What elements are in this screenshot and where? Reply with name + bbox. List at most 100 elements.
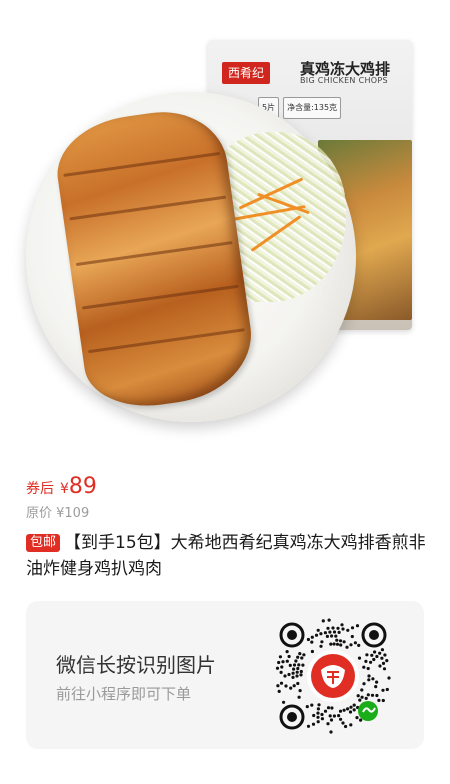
qr-dot <box>366 693 370 697</box>
qr-dot <box>387 676 391 680</box>
qr-dot <box>294 659 298 663</box>
qr-dot <box>378 664 382 668</box>
qr-dot <box>306 637 310 642</box>
qr-dot <box>360 688 364 692</box>
qr-dot <box>328 714 332 718</box>
qr-dot <box>323 709 328 713</box>
qr-dot <box>281 660 285 664</box>
qr-dot <box>364 696 368 700</box>
qr-dot <box>331 626 335 630</box>
qr-dot <box>296 666 300 671</box>
qr-dot <box>292 684 296 688</box>
cutlet-slice-line <box>69 195 227 221</box>
qr-dot <box>332 630 337 634</box>
qr-dot <box>338 709 343 713</box>
qr-dot <box>377 698 381 702</box>
qr-dot <box>380 656 384 660</box>
qr-dot <box>382 667 387 671</box>
qr-dot <box>327 618 331 622</box>
qr-dot <box>321 619 325 623</box>
qr-dot <box>378 651 382 655</box>
qr-dot <box>299 669 303 674</box>
carrot-strip <box>250 215 302 252</box>
qr-dot <box>357 643 361 647</box>
qr-dot <box>329 718 334 722</box>
mini-program-card[interactable]: 微信长按识别图片 前往小程序即可下单 <box>26 601 424 749</box>
qr-dot <box>289 686 293 690</box>
qr-dot <box>330 706 334 710</box>
qr-dot <box>298 689 302 693</box>
qr-dot <box>370 653 374 657</box>
qr-dot <box>306 724 311 728</box>
pinduoduo-logo-icon <box>307 650 359 702</box>
qr-finder-top-left <box>279 622 305 648</box>
qr-dot <box>336 626 340 630</box>
qr-dot <box>310 635 314 639</box>
qr-dot <box>302 653 306 657</box>
qr-dot <box>346 628 350 632</box>
bag-info-strip: 5片 净含量:135克 <box>258 96 404 120</box>
qr-dot <box>278 655 282 659</box>
qr-dot <box>326 626 330 630</box>
qr-dot <box>383 653 387 657</box>
qr-dot <box>297 663 301 667</box>
qr-dot <box>277 660 281 665</box>
qr-dot <box>319 644 323 648</box>
product-image[interactable]: 西肴纪 真鸡冻大鸡排 BIG CHICKEN CHOPS 5片 净含量:135克 <box>0 0 450 450</box>
qr-dot <box>358 698 362 702</box>
qr-dot <box>365 653 369 657</box>
qr-dot <box>275 666 280 670</box>
card-title: 微信长按识别图片 <box>56 653 216 677</box>
original-price: 原价 ¥109 <box>26 506 90 521</box>
qr-dot <box>342 708 346 712</box>
product-title[interactable]: 包邮 【到手15包】大希地西肴纪真鸡冻大鸡排香煎非油炸健身鸡扒鸡肉 <box>26 530 426 582</box>
price-row: 券后 ¥ 89 <box>26 474 97 499</box>
qr-dot <box>349 705 353 709</box>
qr-dot <box>360 695 364 699</box>
qr-dot <box>316 711 320 715</box>
cutlet-slice-line <box>63 151 221 177</box>
qr-dot <box>348 710 353 714</box>
qr-dot <box>285 650 289 654</box>
qr-dot <box>357 656 362 660</box>
qr-dot <box>381 698 385 703</box>
qr-dot <box>353 641 357 645</box>
free-shipping-badge: 包邮 <box>26 534 61 552</box>
qr-dot <box>316 707 320 711</box>
qr-dot <box>285 659 289 663</box>
bag-cell-weight: 净含量:135克 <box>283 97 342 119</box>
qr-dot <box>295 670 299 674</box>
qr-dot <box>346 707 350 711</box>
qr-dot <box>291 675 295 679</box>
qr-dot <box>316 720 320 724</box>
qr-dot <box>370 693 375 697</box>
card-subtitle: 前往小程序即可下单 <box>56 685 192 703</box>
qr-finder-top-right <box>361 622 387 648</box>
qr-dot <box>339 643 343 647</box>
qr-dot <box>337 630 341 634</box>
qr-dot <box>320 640 324 644</box>
qr-dot <box>300 656 304 660</box>
qr-dot <box>371 677 375 681</box>
qr-dot <box>277 689 281 693</box>
qr-dot <box>335 642 340 646</box>
qr-dot <box>339 717 343 721</box>
qr-dot <box>320 717 324 721</box>
qr-dot <box>282 700 286 704</box>
qr-dot <box>349 643 353 647</box>
qr-dot <box>292 667 296 671</box>
price-prefix: 券后 <box>26 481 54 497</box>
qr-dot <box>317 703 321 707</box>
qr-dot <box>316 628 320 632</box>
qr-dot <box>355 624 360 628</box>
qr-dot <box>345 645 349 649</box>
qr-dot <box>332 714 336 718</box>
qr-dot <box>298 652 302 656</box>
qr-dot <box>287 672 291 677</box>
mini-program-qr-code[interactable] <box>272 615 394 737</box>
qr-dot <box>279 670 283 674</box>
bag-brand-logo: 西肴纪 <box>222 62 270 84</box>
cutlet-slice-line <box>88 328 245 354</box>
qr-finder-bottom-left <box>279 704 305 730</box>
qr-dot <box>369 660 373 664</box>
